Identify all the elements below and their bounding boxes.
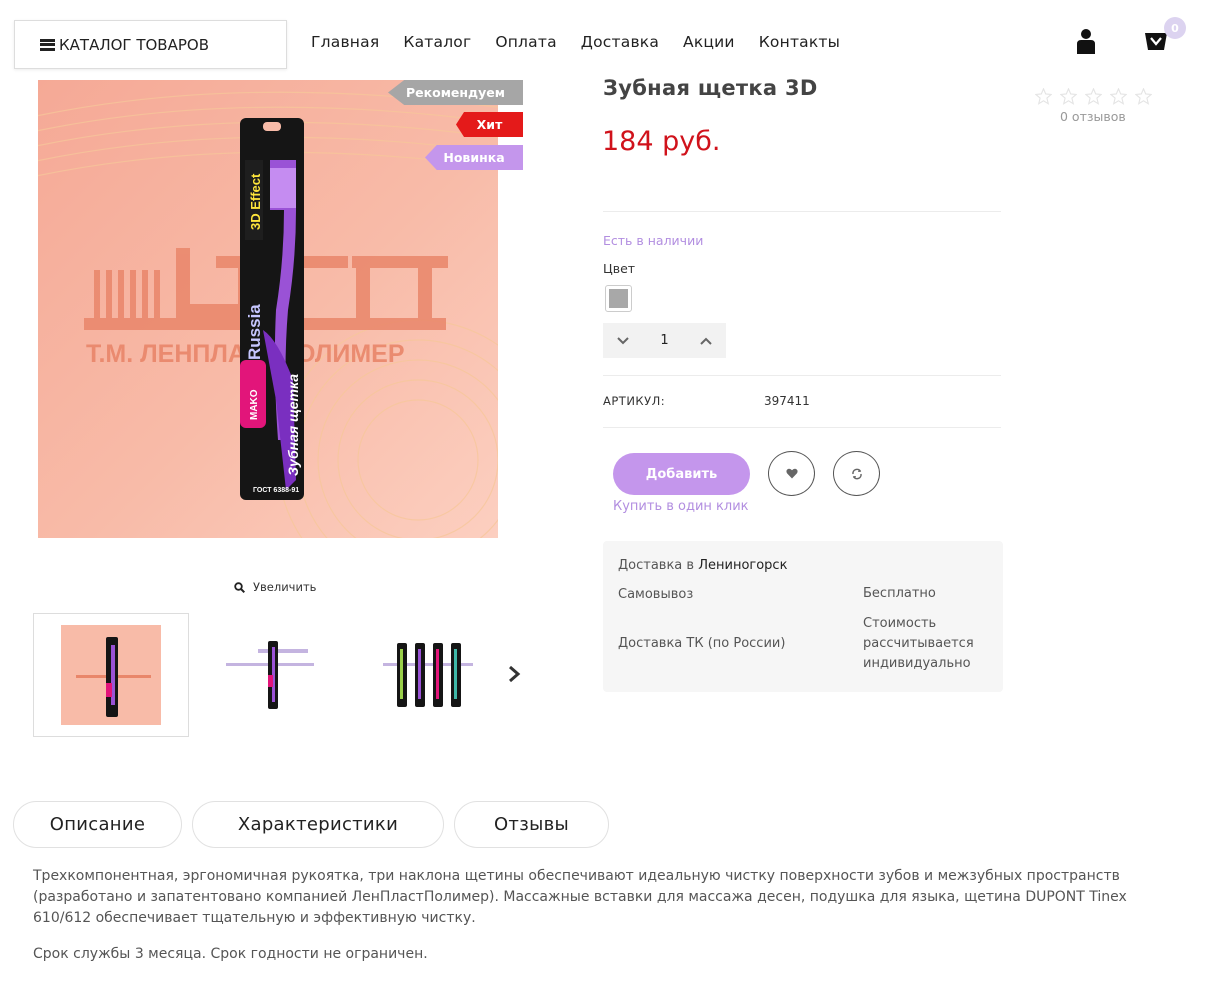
- favorite-button[interactable]: [768, 451, 815, 496]
- add-to-cart-button[interactable]: Добавить: [613, 453, 750, 495]
- nav-item-delivery[interactable]: Доставка: [581, 33, 659, 51]
- stock-status: Есть в наличии: [603, 233, 704, 248]
- quantity-stepper: 1: [603, 323, 726, 358]
- delivery-method-value: Стоимость рассчитывается индивидуально: [863, 616, 974, 671]
- compare-icon: [851, 468, 862, 479]
- pack-name-text: Зубная щетка: [285, 374, 301, 476]
- color-swatch-gray[interactable]: [605, 285, 632, 312]
- thumbnail-3[interactable]: [347, 613, 503, 737]
- pack-russia-text: Russia: [245, 304, 264, 360]
- product-main-image[interactable]: Т.М. ЛЕНПЛАСТПОЛИМЕР 3D Effect Russia MA…: [38, 80, 498, 538]
- star-icon[interactable]: [1085, 88, 1102, 105]
- catalog-button[interactable]: КАТАЛОГ ТОВАРОВ: [14, 20, 287, 69]
- sku-value: 397411: [764, 394, 810, 408]
- compare-button[interactable]: [833, 451, 880, 496]
- zoom-label: Увеличить: [253, 580, 317, 594]
- nav-item-home[interactable]: Главная: [311, 33, 379, 51]
- nav-item-catalog[interactable]: Каталог: [403, 33, 471, 51]
- product-price: 184 руб.: [602, 126, 721, 157]
- delivery-method-value: Бесплатно: [863, 586, 936, 601]
- nav-item-promotions[interactable]: Акции: [683, 33, 735, 51]
- star-icon[interactable]: [1110, 88, 1127, 105]
- delivery-method-name: Самовывоз: [618, 587, 694, 602]
- star-icon[interactable]: [1060, 88, 1077, 105]
- pack-gost-text: ГОСТ 6388-91: [253, 487, 299, 494]
- chevron-right-icon[interactable]: [506, 664, 522, 684]
- divider: [603, 375, 1001, 376]
- delivery-title: Доставка в Лениногорск: [618, 558, 787, 573]
- reviews-count[interactable]: 0 отзывов: [1060, 109, 1126, 124]
- badge-hit: Хит: [456, 112, 523, 137]
- pack-mako-text: MAKO: [249, 389, 260, 420]
- cart-count-badge: 0: [1164, 17, 1186, 39]
- chevron-down-icon[interactable]: [617, 336, 629, 345]
- rating-stars[interactable]: [1035, 88, 1152, 105]
- description-text: Трехкомпонентная, эргономичная рукоятка,…: [33, 868, 1127, 926]
- color-label: Цвет: [603, 261, 636, 276]
- tab-characteristics[interactable]: Характеристики: [192, 801, 444, 848]
- badge-recommend: Рекомендуем: [388, 80, 523, 105]
- sku-label: АРТИКУЛ:: [603, 394, 666, 408]
- tab-reviews[interactable]: Отзывы: [454, 801, 609, 848]
- zoom-link[interactable]: Увеличить: [234, 580, 316, 594]
- star-icon[interactable]: [1135, 88, 1152, 105]
- delivery-box: Доставка в Лениногорск Самовывоз Бесплат…: [603, 541, 1003, 692]
- tab-description[interactable]: Описание: [13, 801, 182, 848]
- delivery-title-prefix: Доставка в: [618, 558, 695, 573]
- list-icon: [40, 38, 55, 51]
- delivery-city-link[interactable]: Лениногорск: [698, 558, 787, 573]
- quantity-value[interactable]: 1: [660, 333, 668, 348]
- delivery-method-name: Доставка ТК (по России): [618, 636, 786, 651]
- main-nav: Главная Каталог Оплата Доставка Акции Ко…: [311, 33, 864, 51]
- nav-item-contacts[interactable]: Контакты: [759, 33, 840, 51]
- badge-new: Новинка: [425, 145, 523, 170]
- nav-item-payment[interactable]: Оплата: [495, 33, 556, 51]
- divider: [603, 427, 1001, 428]
- description-shelf-life: Срок службы 3 месяца. Срок годности не о…: [33, 946, 428, 962]
- buy-one-click-link[interactable]: Купить в один клик: [613, 499, 749, 514]
- search-icon: [234, 581, 245, 593]
- divider: [603, 211, 1001, 212]
- star-icon[interactable]: [1035, 88, 1052, 105]
- chevron-up-icon[interactable]: [700, 337, 712, 345]
- thumbnail-2[interactable]: [190, 613, 346, 737]
- catalog-button-label: КАТАЛОГ ТОВАРОВ: [59, 35, 209, 54]
- product-title: Зубная щетка 3D: [603, 76, 818, 100]
- heart-icon: [785, 468, 798, 479]
- thumbnail-1[interactable]: [33, 613, 189, 737]
- pack-3d-text: 3D Effect: [248, 173, 263, 230]
- user-icon[interactable]: [1075, 28, 1097, 54]
